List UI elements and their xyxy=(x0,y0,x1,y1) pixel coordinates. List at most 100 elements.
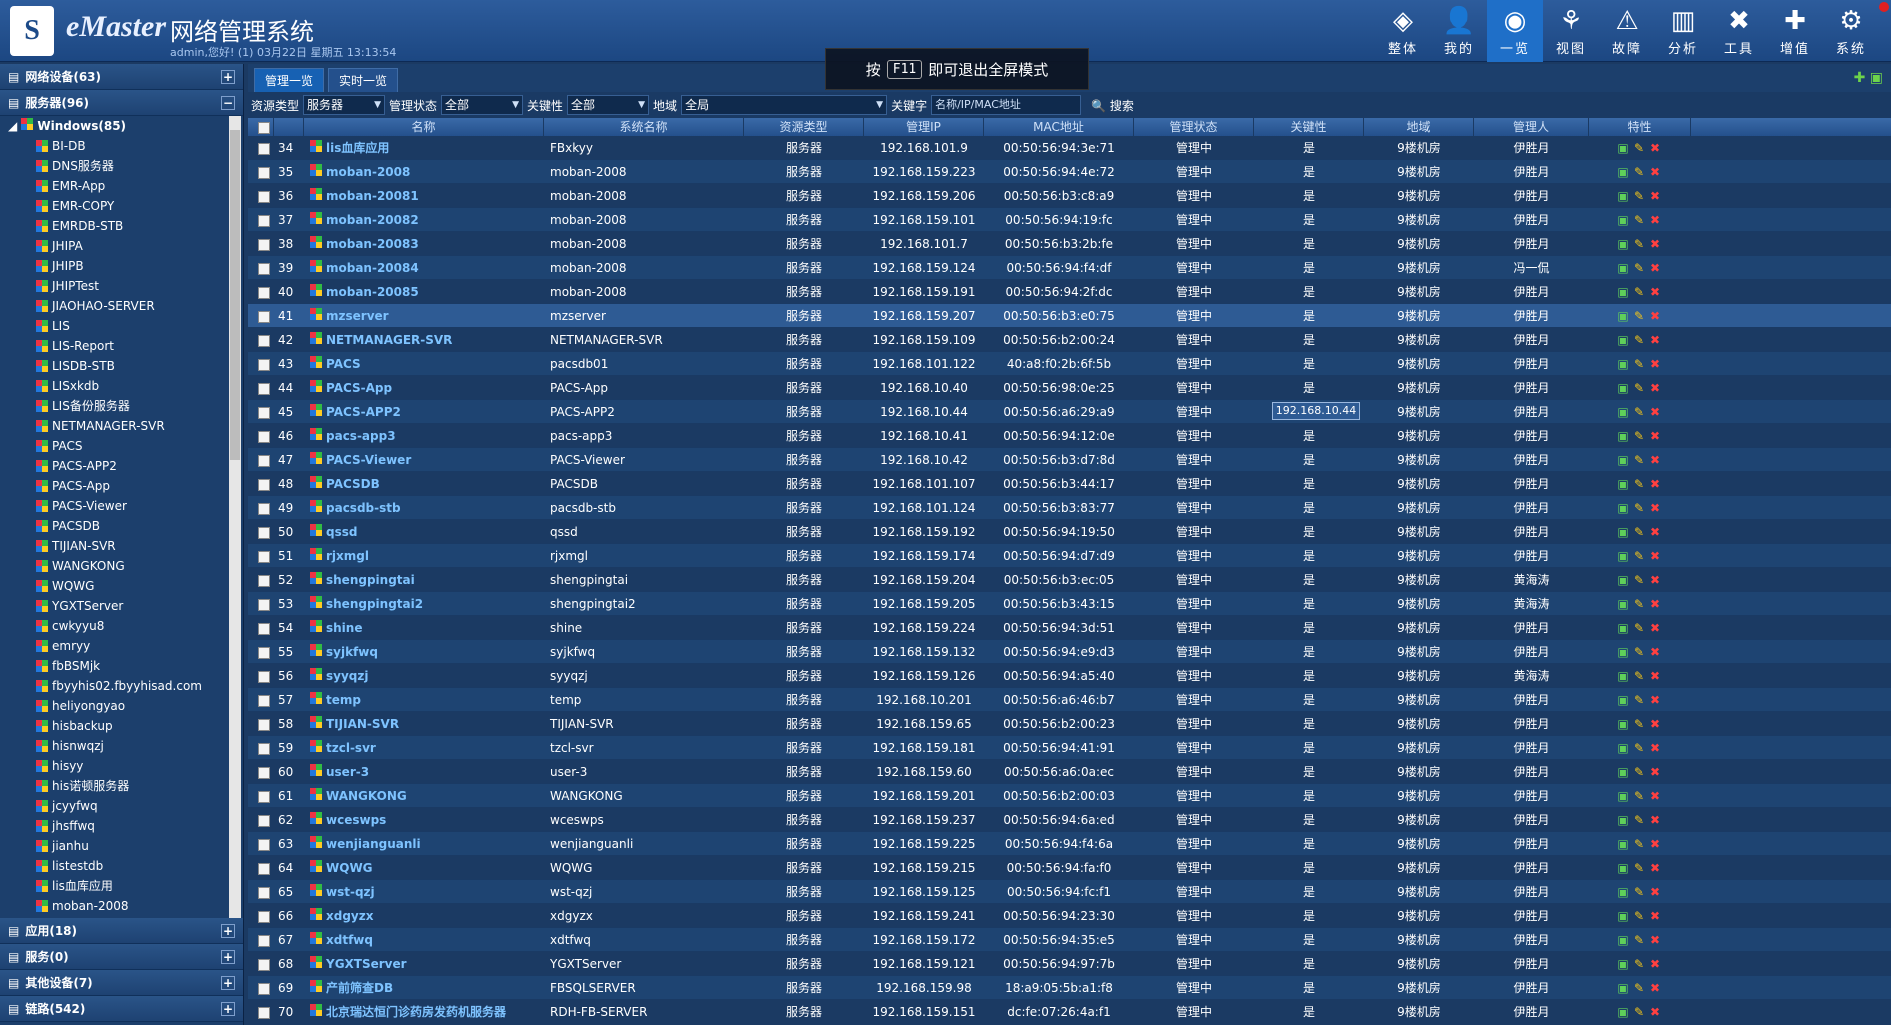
row-checkbox[interactable] xyxy=(248,208,274,231)
delete-icon[interactable]: ✖ xyxy=(1648,352,1662,375)
resource-name-link[interactable]: PACS xyxy=(326,357,361,371)
expand-toggle-icon[interactable]: + xyxy=(221,69,235,84)
tree-item[interactable]: jianhu xyxy=(0,836,243,856)
resource-name-link[interactable]: user-3 xyxy=(326,765,369,779)
row-checkbox[interactable] xyxy=(248,832,274,855)
col-manager-header[interactable]: 管理人 xyxy=(1474,118,1589,136)
edit-icon[interactable]: ✎ xyxy=(1632,232,1646,255)
col-resource-type-header[interactable]: 资源类型 xyxy=(744,118,864,136)
edit-icon[interactable]: ✎ xyxy=(1632,616,1646,639)
tree-item[interactable]: hisnwqzj xyxy=(0,736,243,756)
delete-icon[interactable]: ✖ xyxy=(1648,472,1662,495)
resource-name-link[interactable]: TIJIAN-SVR xyxy=(326,717,399,731)
monitor-icon[interactable]: ▣ xyxy=(1616,952,1630,975)
monitor-icon[interactable]: ▣ xyxy=(1616,928,1630,951)
row-checkbox[interactable] xyxy=(248,688,274,711)
row-checkbox[interactable] xyxy=(248,592,274,615)
edit-icon[interactable]: ✎ xyxy=(1632,280,1646,303)
tree-item[interactable]: hisyy xyxy=(0,756,243,776)
nav-user-button[interactable]: 👤 我的 xyxy=(1431,0,1487,62)
sidebar-group-groups_bottom-1[interactable]: ▤ 服务(0) + xyxy=(0,944,243,970)
delete-icon[interactable]: ✖ xyxy=(1648,736,1662,759)
edit-icon[interactable]: ✎ xyxy=(1632,856,1646,879)
delete-icon[interactable]: ✖ xyxy=(1648,232,1662,255)
delete-icon[interactable]: ✖ xyxy=(1648,832,1662,855)
tree-item[interactable]: NETMANAGER-SVR xyxy=(0,416,243,436)
state-filter-select[interactable]: 全部 xyxy=(441,95,524,115)
resource-name-link[interactable]: lis血库应用 xyxy=(326,141,389,155)
monitor-icon[interactable]: ▣ xyxy=(1616,904,1630,927)
tab-realtime[interactable]: 实时一览 xyxy=(328,68,399,92)
delete-icon[interactable]: ✖ xyxy=(1648,616,1662,639)
delete-icon[interactable]: ✖ xyxy=(1648,856,1662,879)
tree-item[interactable]: WQWG xyxy=(0,576,243,596)
delete-icon[interactable]: ✖ xyxy=(1648,448,1662,471)
resource-name-link[interactable]: PACS-Viewer xyxy=(326,453,411,467)
monitor-icon[interactable]: ▣ xyxy=(1616,1000,1630,1023)
row-checkbox[interactable] xyxy=(248,160,274,183)
table-row[interactable]: 53 shengpingtai2 shengpingtai2 服务器 192.168.1… xyxy=(248,592,1891,616)
delete-icon[interactable]: ✖ xyxy=(1648,256,1662,279)
delete-icon[interactable]: ✖ xyxy=(1648,952,1662,975)
tree-item[interactable]: heliyongyao xyxy=(0,696,243,716)
row-checkbox[interactable] xyxy=(248,280,274,303)
edit-icon[interactable]: ✎ xyxy=(1632,448,1646,471)
edit-icon[interactable]: ✎ xyxy=(1632,784,1646,807)
delete-icon[interactable]: ✖ xyxy=(1648,184,1662,207)
expand-toggle-icon[interactable]: + xyxy=(221,923,235,938)
table-row[interactable]: 36 moban-20081 moban-2008 服务器 192.168.159.20… xyxy=(248,184,1891,208)
delete-icon[interactable]: ✖ xyxy=(1648,376,1662,399)
col-features-header[interactable]: 特性 xyxy=(1589,118,1691,136)
export-icon[interactable]: ▣ xyxy=(1870,70,1883,86)
table-row[interactable]: 63 wenjianguanli wenjianguanli 服务器 192.168.1… xyxy=(248,832,1891,856)
delete-icon[interactable]: ✖ xyxy=(1648,640,1662,663)
edit-icon[interactable]: ✎ xyxy=(1632,208,1646,231)
resource-name-link[interactable]: syjkfwq xyxy=(326,645,378,659)
resource-name-link[interactable]: NETMANAGER-SVR xyxy=(326,333,452,347)
edit-icon[interactable]: ✎ xyxy=(1632,328,1646,351)
edit-icon[interactable]: ✎ xyxy=(1632,952,1646,975)
edit-icon[interactable]: ✎ xyxy=(1632,568,1646,591)
table-row[interactable]: 35 moban-2008 moban-2008 服务器 192.168.159.223… xyxy=(248,160,1891,184)
row-checkbox[interactable] xyxy=(248,664,274,687)
monitor-icon[interactable]: ▣ xyxy=(1616,736,1630,759)
row-checkbox[interactable] xyxy=(248,136,274,159)
tree-item[interactable]: LIS-Report xyxy=(0,336,243,356)
table-row[interactable]: 40 moban-20085 moban-2008 服务器 192.168.159.19… xyxy=(248,280,1891,304)
row-checkbox[interactable] xyxy=(248,640,274,663)
delete-icon[interactable]: ✖ xyxy=(1648,520,1662,543)
tab-management[interactable]: 管理一览 xyxy=(254,68,325,92)
tree-item[interactable]: PACSDB xyxy=(0,516,243,536)
col-manage-ip-header[interactable]: 管理IP xyxy=(864,118,984,136)
edit-icon[interactable]: ✎ xyxy=(1632,376,1646,399)
nav-gear-button[interactable]: ⚙ 系统 xyxy=(1823,0,1879,62)
col-critical-header[interactable]: 关键性 xyxy=(1254,118,1364,136)
monitor-icon[interactable]: ▣ xyxy=(1616,568,1630,591)
monitor-icon[interactable]: ▣ xyxy=(1616,424,1630,447)
sidebar-group-groups_bottom-2[interactable]: ▤ 其他设备(7) + xyxy=(0,970,243,996)
row-checkbox[interactable] xyxy=(248,472,274,495)
table-row[interactable]: 38 moban-20083 moban-2008 服务器 192.168.101.7 0… xyxy=(248,232,1891,256)
monitor-icon[interactable]: ▣ xyxy=(1616,472,1630,495)
row-checkbox[interactable] xyxy=(248,424,274,447)
monitor-icon[interactable]: ▣ xyxy=(1616,784,1630,807)
edit-icon[interactable]: ✎ xyxy=(1632,976,1646,999)
table-row[interactable]: 41 mzserver mzserver 服务器 192.168.159.207 00:5… xyxy=(248,304,1891,328)
tree-item[interactable]: LIS xyxy=(0,316,243,336)
table-row[interactable]: 52 shengpingtai shengpingtai 服务器 192.168.159… xyxy=(248,568,1891,592)
tree-scrollbar-thumb[interactable] xyxy=(230,130,240,460)
tree-item[interactable]: EMR-COPY xyxy=(0,196,243,216)
tree-item[interactable]: cwkyyu8 xyxy=(0,616,243,636)
resource-name-link[interactable]: tzcl-svr xyxy=(326,741,376,755)
table-row[interactable]: 69 产前筛查DB FBSQLSERVER 服务器 192.168.159.98 18:a… xyxy=(248,976,1891,1000)
resource-name-link[interactable]: 产前筛查DB xyxy=(326,981,393,995)
monitor-icon[interactable]: ▣ xyxy=(1616,616,1630,639)
row-checkbox[interactable] xyxy=(248,544,274,567)
edit-icon[interactable]: ✎ xyxy=(1632,496,1646,519)
edit-icon[interactable]: ✎ xyxy=(1632,160,1646,183)
row-checkbox[interactable] xyxy=(248,1000,274,1023)
tree-item[interactable]: JHIPB xyxy=(0,256,243,276)
resource-name-link[interactable]: YGXTServer xyxy=(326,957,407,971)
table-row[interactable]: 49 pacsdb-stb pacsdb-stb 服务器 192.168.101.124… xyxy=(248,496,1891,520)
sidebar-group-groups_bottom-3[interactable]: ▤ 链路(542) + xyxy=(0,996,243,1022)
